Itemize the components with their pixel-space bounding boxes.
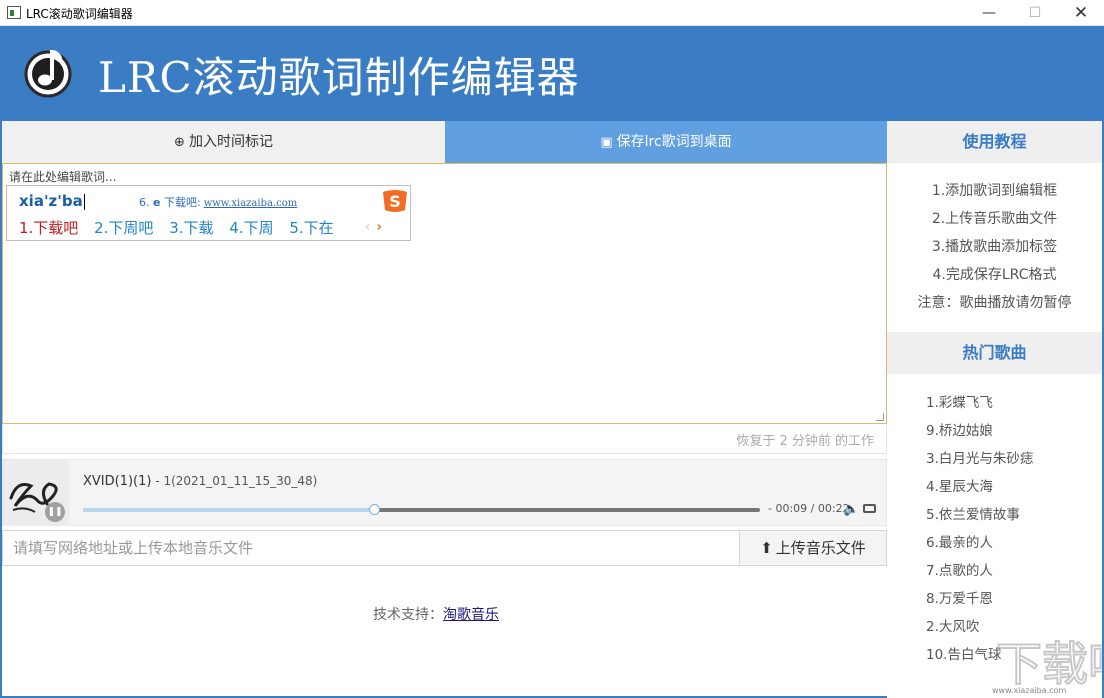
hot-songs-list: 1.彩蝶飞飞 9.桥边姑娘 3.白月光与朱砂痣 4.星辰大海 5.依兰爱情故事 …: [887, 374, 1102, 669]
music-note-icon: [22, 40, 74, 100]
tutorial-list: 1.添加歌词到编辑框 2.上传音乐歌曲文件 3.播放歌曲添加标签 4.完成保存L…: [887, 163, 1102, 317]
hot-song-item[interactable]: 7.点歌的人: [926, 557, 1102, 585]
ime-candidate[interactable]: 5.下在: [289, 217, 333, 238]
album-cover: ❚❚: [3, 460, 69, 526]
ime-candidate[interactable]: 3.下载: [169, 217, 213, 238]
sogou-logo-icon: S: [381, 189, 409, 213]
hot-songs-heading: 热门歌曲: [887, 332, 1102, 374]
hot-song-item[interactable]: 9.桥边姑娘: [926, 417, 1102, 445]
add-time-tag-button[interactable]: ⊕加入时间标记: [2, 121, 445, 163]
app-icon: [7, 6, 21, 19]
progress-bar[interactable]: [83, 508, 760, 512]
banner-title: LRC滚动歌词制作编辑器: [98, 44, 580, 105]
add-time-tag-label: 加入时间标记: [189, 134, 273, 150]
floppy-disk-icon: ▣: [600, 122, 612, 164]
close-button[interactable]: ✕: [1058, 0, 1104, 26]
hot-song-item[interactable]: 6.最亲的人: [926, 529, 1102, 557]
audio-player: ❚❚ XVID(1)(1) - 1(2021_01_11_15_30_48) -…: [2, 459, 887, 526]
volume-icon[interactable]: 🔈: [843, 502, 859, 517]
restore-status-text: 恢复于 2 分钟前 的工作: [736, 430, 874, 449]
editor-placeholder: 请在此处编辑歌词...: [9, 168, 116, 185]
footer: 技术支持：淘歌音乐: [373, 604, 499, 624]
music-url-input[interactable]: [2, 530, 739, 566]
ime-candidate-window: xia'z'ba 6. e 下载吧:www.xiazaiba.com S 1.下…: [6, 185, 411, 241]
sidebar: 使用教程 1.添加歌词到编辑框 2.上传音乐歌曲文件 3.播放歌曲添加标签 4.…: [887, 121, 1102, 698]
tutorial-heading: 使用教程: [887, 121, 1102, 163]
ime-hint-number: 6.: [139, 196, 150, 209]
plus-circle-icon: ⊕: [174, 122, 185, 164]
footer-label: 技术支持：: [373, 607, 443, 623]
ime-hint[interactable]: 6. e 下载吧:www.xiazaiba.com: [139, 194, 297, 210]
progress-fill: [83, 508, 374, 512]
tutorial-step: 1.添加歌词到编辑框: [887, 177, 1102, 205]
ime-candidates: 1.下载吧 2.下周吧 3.下载 4.下周 5.下在: [19, 217, 345, 238]
upload-music-button[interactable]: ⬆上传音乐文件: [739, 530, 887, 566]
save-lrc-button[interactable]: ▣ 保存lrc歌词到桌面: [445, 121, 887, 163]
resize-grip[interactable]: [876, 413, 884, 421]
header-banner: LRC滚动歌词制作编辑器: [2, 26, 1102, 121]
loop-icon[interactable]: [863, 504, 876, 513]
track-info: XVID(1)(1) - 1(2021_01_11_15_30_48): [83, 474, 317, 489]
ie-icon: e: [153, 196, 160, 209]
hot-song-item[interactable]: 5.依兰爱情故事: [926, 501, 1102, 529]
watermark-url: www.xiazaiba.com: [992, 686, 1066, 695]
ime-composition-text: xia'z'ba: [19, 192, 83, 210]
upload-icon: ⬆: [760, 531, 773, 565]
tutorial-note: 注意：歌曲播放请勿暂停: [887, 289, 1102, 317]
tutorial-step: 2.上传音乐歌曲文件: [887, 205, 1102, 233]
svg-text:下载吧: 下载吧: [996, 637, 1102, 691]
pause-button[interactable]: ❚❚: [45, 502, 65, 522]
hot-song-item[interactable]: 8.万爱千恩: [926, 585, 1102, 613]
progress-handle[interactable]: [369, 504, 380, 515]
track-title: XVID(1)(1): [83, 474, 151, 489]
maximize-button[interactable]: ☐: [1012, 0, 1058, 26]
tutorial-step: 4.完成保存LRC格式: [887, 261, 1102, 289]
hot-song-item[interactable]: 1.彩蝶飞飞: [926, 389, 1102, 417]
text-caret: [84, 194, 85, 210]
ime-candidate[interactable]: 1.下载吧: [19, 217, 78, 238]
tutorial-step: 3.播放歌曲添加标签: [887, 233, 1102, 261]
ime-hint-url[interactable]: www.xiazaiba.com: [204, 198, 298, 209]
ime-candidate[interactable]: 2.下周吧: [94, 217, 153, 238]
upload-button-label: 上传音乐文件: [776, 539, 866, 557]
ime-page-arrows: ‹›: [365, 219, 382, 235]
track-filename: - 1(2021_01_11_15_30_48): [151, 474, 317, 488]
status-bar: 恢复于 2 分钟前 的工作: [2, 424, 887, 454]
svg-text:S: S: [389, 192, 401, 211]
footer-link[interactable]: 淘歌音乐: [443, 607, 499, 623]
ime-hint-label: 下载吧:: [164, 196, 201, 209]
ime-candidate[interactable]: 4.下周: [229, 217, 273, 238]
save-lrc-label: 保存lrc歌词到桌面: [617, 134, 732, 150]
window-titlebar: LRC滚动歌词编辑器 — ☐ ✕: [0, 0, 1104, 26]
minimize-button[interactable]: —: [966, 0, 1012, 26]
ime-composition: xia'z'ba: [19, 192, 85, 210]
window-title: LRC滚动歌词编辑器: [26, 5, 133, 22]
hot-song-item[interactable]: 4.星辰大海: [926, 473, 1102, 501]
hot-song-item[interactable]: 3.白月光与朱砂痣: [926, 445, 1102, 473]
chevron-left-icon[interactable]: ‹: [365, 219, 371, 235]
chevron-right-icon[interactable]: ›: [376, 219, 382, 235]
time-display: - 00:09 / 00:22: [768, 502, 850, 515]
